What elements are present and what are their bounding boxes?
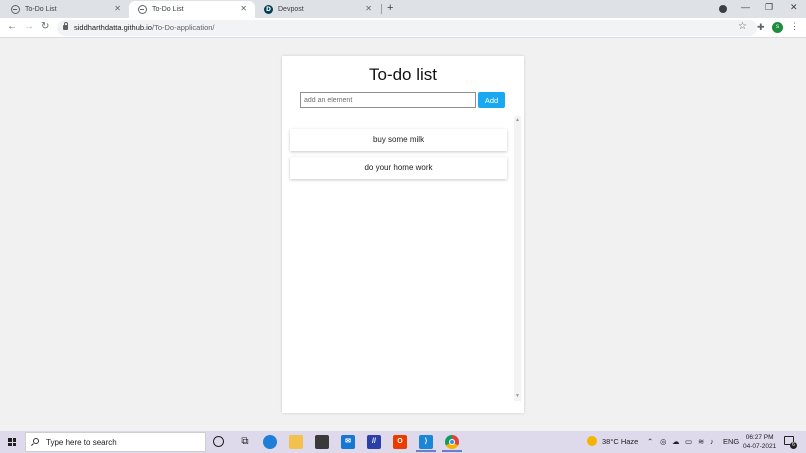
weather-text[interactable]: 38°C Haze — [602, 437, 638, 446]
office-icon[interactable]: O — [393, 435, 407, 449]
cortana-icon[interactable] — [213, 436, 224, 447]
list-scrollbar[interactable]: ▲ ▼ — [514, 116, 521, 401]
chevron-up-icon[interactable]: ⌃ — [647, 437, 653, 446]
bookmark-star-icon[interactable]: ☆ — [738, 21, 747, 32]
search-icon — [33, 438, 39, 444]
system-clock[interactable]: 06:27 PM 04-07-2021 — [743, 433, 776, 451]
globe-icon — [138, 5, 147, 14]
tab-todo-list-2[interactable]: To-Do List ✕ — [129, 1, 255, 18]
notification-badge: 6 — [790, 442, 797, 449]
extensions-puzzle-icon[interactable]: ✚ — [757, 22, 765, 33]
search-placeholder: Type here to search — [46, 438, 117, 447]
windows-taskbar: Type here to search ⧉ ✉ // O ⟩ 38°C Haze… — [0, 431, 806, 453]
forward-arrow-icon[interactable]: → — [24, 21, 34, 33]
new-tab-button[interactable]: + — [387, 2, 393, 14]
clock-date: 04-07-2021 — [743, 443, 777, 450]
minimize-button[interactable]: — — [741, 2, 750, 12]
media-indicator-icon[interactable] — [719, 5, 727, 13]
reload-icon[interactable]: ↻ — [41, 21, 49, 33]
app-icon[interactable]: // — [367, 435, 381, 449]
taskbar-search-box[interactable]: Type here to search — [25, 432, 206, 452]
edge-icon[interactable] — [263, 435, 277, 449]
tab-title: To-Do List — [152, 6, 184, 13]
maximize-button[interactable]: ❐ — [765, 2, 773, 13]
todo-item[interactable]: do your home work — [290, 157, 507, 179]
store-icon[interactable] — [315, 435, 329, 449]
close-window-button[interactable]: ✕ — [790, 2, 798, 13]
todo-item[interactable]: buy some milk — [290, 129, 507, 151]
browser-tab-strip: To-Do List ✕ To-Do List ✕ D Devpost ✕ + … — [0, 0, 806, 18]
mail-icon[interactable]: ✉ — [341, 435, 355, 449]
tab-separator — [381, 4, 382, 14]
windows-start-icon[interactable] — [8, 438, 16, 446]
tab-devpost[interactable]: D Devpost ✕ — [255, 1, 380, 18]
active-app-indicator — [416, 450, 436, 452]
address-bar[interactable]: siddharthdatta.github.io/To-Do-applicati… — [57, 20, 757, 36]
todo-list: buy some milk do your home work — [290, 117, 514, 402]
url-host: siddharthdatta.github.io — [74, 23, 152, 32]
scroll-down-arrow-icon[interactable]: ▼ — [515, 394, 520, 399]
meet-now-icon[interactable]: ◎ — [660, 437, 667, 446]
url-text[interactable]: siddharthdatta.github.io/To-Do-applicati… — [74, 23, 215, 32]
language-indicator[interactable]: ENG — [723, 437, 739, 446]
todo-card: To-do list Add buy some milk do your hom… — [282, 56, 524, 413]
tab-todo-list-1[interactable]: To-Do List ✕ — [2, 1, 129, 18]
close-tab-icon[interactable]: ✕ — [114, 5, 121, 13]
onedrive-cloud-icon[interactable]: ☁ — [672, 437, 680, 446]
tab-title: Devpost — [278, 6, 304, 13]
close-tab-icon[interactable]: ✕ — [240, 5, 247, 13]
volume-icon[interactable]: ♪ — [710, 437, 714, 446]
browser-toolbar: ← → ↻ siddharthdatta.github.io/To-Do-app… — [0, 18, 806, 38]
close-tab-icon[interactable]: ✕ — [365, 5, 372, 13]
wifi-icon[interactable]: ≋ — [698, 437, 704, 446]
task-view-icon[interactable]: ⧉ — [238, 435, 252, 449]
lock-icon[interactable] — [63, 22, 68, 30]
clock-time: 06:27 PM — [745, 434, 774, 441]
back-arrow-icon[interactable]: ← — [7, 21, 17, 33]
tab-title: To-Do List — [25, 6, 57, 13]
page-title: To-do list — [368, 65, 438, 84]
scroll-up-arrow-icon[interactable]: ▲ — [515, 118, 520, 123]
add-element-input[interactable] — [300, 92, 476, 108]
devpost-icon: D — [264, 5, 273, 14]
chrome-icon[interactable] — [445, 435, 459, 449]
browser-menu-icon[interactable]: ⋮ — [790, 21, 799, 32]
active-app-indicator — [442, 450, 462, 452]
add-button[interactable]: Add — [478, 92, 505, 108]
vscode-icon[interactable]: ⟩ — [419, 435, 433, 449]
battery-icon[interactable]: ▭ — [685, 437, 692, 446]
profile-avatar[interactable]: s — [772, 22, 783, 33]
file-explorer-icon[interactable] — [289, 435, 303, 449]
globe-icon — [11, 5, 20, 14]
weather-sun-icon[interactable] — [587, 436, 597, 446]
url-path: /To-Do-application/ — [151, 23, 215, 32]
